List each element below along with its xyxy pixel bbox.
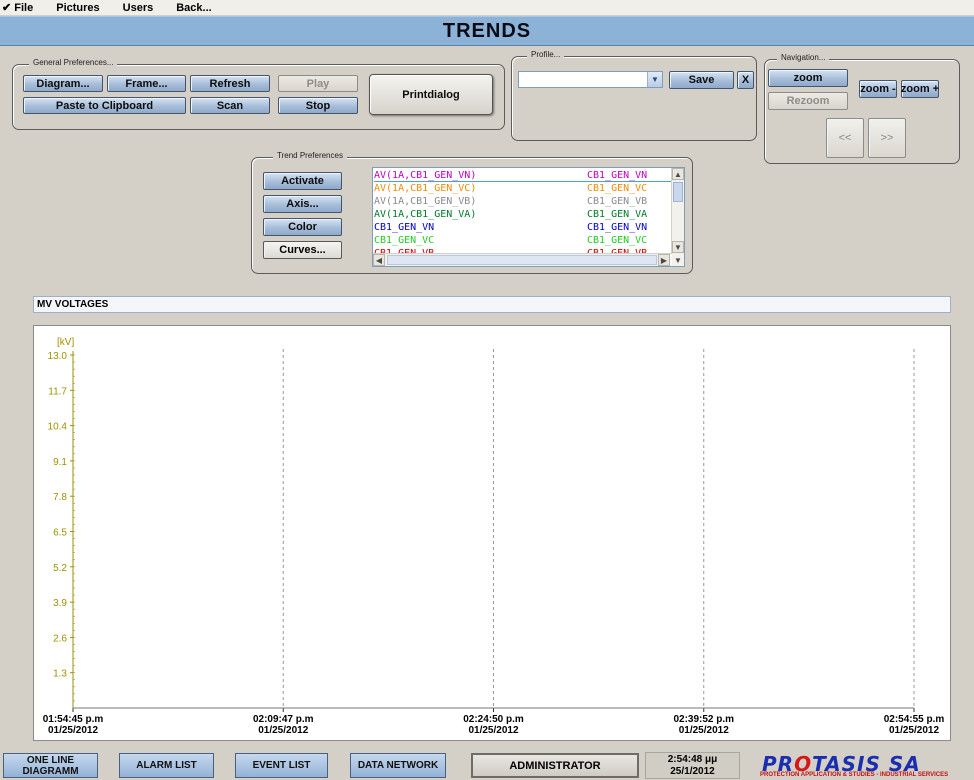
menu-file-label: File (14, 2, 34, 14)
menu-users[interactable]: Users (123, 2, 163, 14)
x-tick-date: 01/25/2012 (48, 725, 98, 736)
zoom-in-button[interactable]: zoom + (901, 80, 939, 98)
profile-save-button[interactable]: Save (669, 71, 734, 89)
x-tick-date: 01/25/2012 (468, 725, 518, 736)
play-button[interactable]: Play (278, 75, 358, 92)
event-list-button[interactable]: EVENT LIST (235, 753, 328, 778)
frame-button[interactable]: Frame... (107, 75, 186, 92)
list-item[interactable]: AV(1A,CB1_GEN_VA) CB1_GEN_VA (374, 208, 674, 221)
list-item[interactable]: AV(1A,CB1_GEN_VC) CB1_GEN_VC (374, 182, 674, 195)
trend-chart-svg: [kV] 13.0 11.7 10.4 9.1 7.8 6.5 5.2 3.9 2.6 1.3 01:… (43, 337, 945, 736)
x-tick-time: 02:39:52 p.m (673, 714, 734, 725)
curves-list[interactable]: AV(1A,CB1_GEN_VN) CB1_GEN_VN AV(1A,CB1_GEN… (372, 167, 685, 267)
trend-chart[interactable]: [kV] 13.0 11.7 10.4 9.1 7.8 6.5 5.2 3.9 2.6 1.3 01:… (33, 325, 951, 741)
general-preferences-legend: General Preferences... (29, 58, 118, 67)
y-tick-label: 1.3 (53, 669, 67, 680)
zoom-out-button[interactable]: zoom - (859, 80, 897, 98)
scan-button[interactable]: Scan (190, 97, 270, 114)
axis-button[interactable]: Axis... (263, 195, 342, 213)
menu-back[interactable]: Back... (176, 2, 220, 14)
hscroll-thumb[interactable] (387, 255, 657, 265)
chart-title: MV VOLTAGES (33, 296, 951, 313)
list-item[interactable]: AV(1A,CB1_GEN_VN) CB1_GEN_VN (374, 169, 674, 182)
y-tick-label: 9.1 (53, 457, 67, 468)
y-tick-label: 11.7 (48, 386, 67, 397)
color-button[interactable]: Color (263, 218, 342, 236)
curves-horizontal-scrollbar[interactable]: ◀ ▶ (373, 253, 671, 266)
refresh-button[interactable]: Refresh (190, 75, 270, 92)
logo-tagline: PROTECTION APPLICATION & STUDIES - INDUS… (760, 772, 949, 778)
y-tick-label: 7.8 (53, 492, 67, 503)
y-tick-label: 6.5 (53, 528, 67, 539)
clock-time: 2:54:48 μμ (667, 754, 718, 765)
curve-tag: AV(1A,CB1_GEN_VB) (374, 196, 477, 207)
chevron-down-icon[interactable]: ▼ (647, 72, 662, 87)
profile-close-button[interactable]: X (737, 71, 754, 89)
scroll-thumb[interactable] (673, 182, 683, 202)
y-tick-label: 13.0 (48, 351, 68, 362)
list-item[interactable]: CB1_GEN_VN CB1_GEN_VN (374, 221, 674, 234)
y-tick-label: 5.2 (53, 563, 67, 574)
curves-vertical-scrollbar[interactable]: ▲ ▼ (671, 168, 684, 254)
curves-button[interactable]: Curves... (263, 241, 342, 259)
profile-legend: Profile... (527, 50, 565, 59)
zoom-button[interactable]: zoom (768, 69, 848, 87)
rezoom-button[interactable]: Rezoom (768, 92, 848, 110)
title-bar: TRENDS (0, 16, 974, 46)
next-button[interactable]: >> (868, 118, 906, 158)
scroll-down-icon[interactable]: ▼ (672, 241, 684, 253)
previous-button[interactable]: << (826, 118, 864, 158)
printdialog-button[interactable]: Printdialog (369, 74, 493, 115)
data-network-button[interactable]: DATA NETWORK (350, 753, 446, 778)
y-axis-label: [kV] (57, 337, 74, 348)
one-line-diagram-button[interactable]: ONE LINE DIAGRAMM (3, 753, 98, 778)
curve-name: CB1_GEN_VB (587, 196, 648, 207)
trend-preferences-legend: Trend Preferences (273, 151, 347, 160)
bottom-bar: ONE LINE DIAGRAMM ALARM LIST EVENT LIST … (0, 751, 974, 780)
curve-tag: AV(1A,CB1_GEN_VC) (374, 183, 477, 194)
profile-group: Profile... (511, 50, 757, 141)
alarm-list-button[interactable]: ALARM LIST (119, 753, 214, 778)
curve-tag: AV(1A,CB1_GEN_VA) (374, 209, 477, 220)
scroll-corner-icon: ▼ (672, 254, 684, 266)
curve-name: CB1_GEN_VN (587, 222, 648, 233)
navigation-legend: Navigation... (777, 53, 830, 62)
menu-file[interactable]: ✔ File (0, 1, 42, 14)
x-tick-time: 02:54:55 p.m (884, 714, 945, 725)
scroll-up-icon[interactable]: ▲ (672, 168, 684, 180)
y-tick-label: 2.6 (53, 633, 67, 644)
x-tick-date: 01/25/2012 (258, 725, 308, 736)
x-tick-time: 01:54:45 p.m (43, 714, 104, 725)
diagram-button[interactable]: Diagram... (23, 75, 103, 92)
curve-name: CB1_GEN_VC (587, 235, 648, 246)
current-user: ADMINISTRATOR (471, 753, 639, 778)
curve-name: CB1_GEN_VC (587, 183, 648, 194)
clock: 2:54:48 μμ 25/1/2012 (645, 752, 740, 779)
list-item[interactable]: AV(1A,CB1_GEN_VB) CB1_GEN_VB (374, 195, 674, 208)
list-item[interactable]: CB1_GEN_VC CB1_GEN_VC (374, 234, 674, 247)
menu-pictures[interactable]: Pictures (56, 2, 108, 14)
x-tick-time: 02:24:50 p.m (463, 714, 524, 725)
y-tick-label: 10.4 (48, 422, 68, 433)
x-tick-time: 02:09:47 p.m (253, 714, 314, 725)
stop-button[interactable]: Stop (278, 97, 358, 114)
company-logo: PROTASIS SA PROTECTION APPLICATION & STU… (754, 752, 974, 780)
clock-date: 25/1/2012 (670, 766, 715, 777)
activate-button[interactable]: Activate (263, 172, 342, 190)
menu-bar: ✔ File Pictures Users Back... (0, 0, 974, 15)
curve-tag: CB1_GEN_VC (374, 235, 435, 246)
curve-name: CB1_GEN_VN (587, 170, 648, 181)
curve-tag: CB1_GEN_VN (374, 222, 435, 233)
profile-select[interactable]: ▼ (518, 71, 663, 88)
profile-select-value (519, 73, 522, 85)
page-title: TRENDS (442, 19, 532, 42)
scroll-left-icon[interactable]: ◀ (373, 254, 385, 266)
curve-tag: AV(1A,CB1_GEN_VN) (374, 170, 477, 181)
paste-clipboard-button[interactable]: Paste to Clipboard (23, 97, 186, 114)
y-tick-label: 3.9 (53, 598, 67, 609)
x-tick-date: 01/25/2012 (889, 725, 939, 736)
x-tick-date: 01/25/2012 (679, 725, 729, 736)
scroll-right-icon[interactable]: ▶ (658, 254, 670, 266)
curve-name: CB1_GEN_VA (587, 209, 648, 220)
